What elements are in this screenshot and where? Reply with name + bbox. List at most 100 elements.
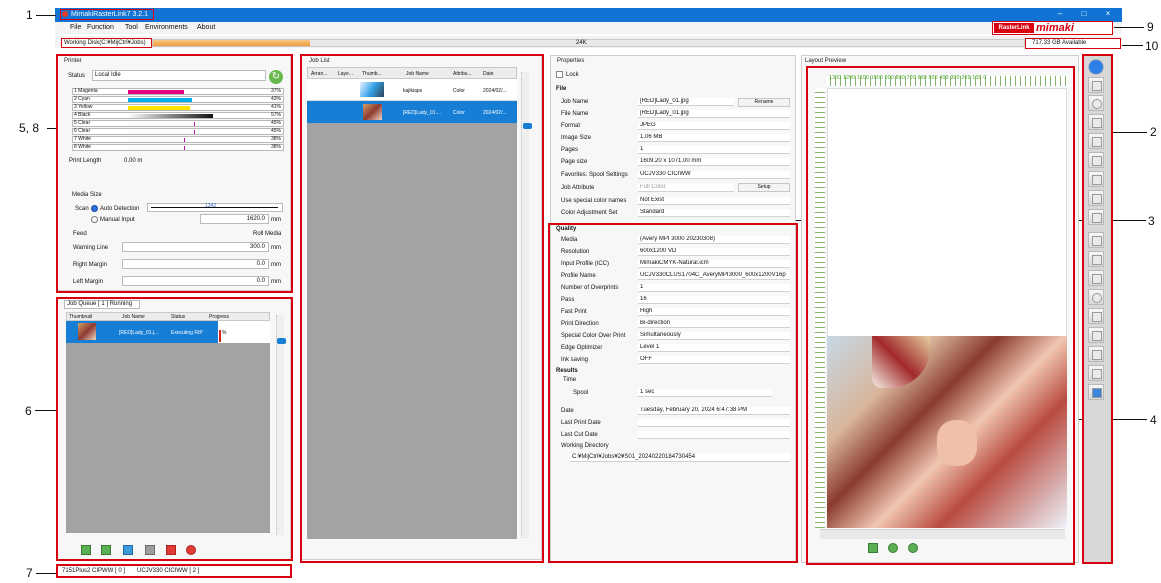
minimize-button[interactable]: – — [1050, 9, 1070, 18]
manual-width-input[interactable]: 1620.0 — [200, 214, 269, 224]
trash-icon[interactable] — [1088, 365, 1104, 381]
prop-job-name-value[interactable]: [RED]Lady_01.jpg — [638, 98, 734, 106]
callout-1-line — [36, 15, 56, 16]
prop-color-adjust-value: Standard — [638, 209, 790, 217]
job-list-scroll-thumb[interactable] — [523, 123, 532, 129]
zoom-in-button[interactable] — [888, 543, 898, 553]
auto-detection-radio[interactable] — [91, 205, 98, 212]
manual-input-radio[interactable] — [91, 216, 98, 223]
print-length-value: 0.00 m — [124, 158, 143, 164]
ink-row-6: 6 Clear 45% — [72, 128, 284, 135]
job-list-scrollbar[interactable] — [521, 72, 529, 538]
printer-tab-7151[interactable]: 7151Plus2 CIPWW [ 0 ] — [62, 568, 125, 574]
right-margin-input[interactable]: 0.0 — [122, 259, 269, 269]
menu-tool[interactable]: Tool — [125, 24, 138, 31]
search-tool-glyph — [1092, 99, 1102, 109]
maximize-button[interactable]: □ — [1074, 9, 1094, 18]
prop-favorites-label: Favorites: Spool Settings — [561, 172, 628, 178]
quality-heading: Quality — [556, 226, 577, 232]
ink-percent-5: 45% — [270, 120, 281, 126]
refresh-status-icon[interactable]: ↻ — [269, 70, 283, 84]
layer-icon[interactable] — [1088, 251, 1104, 267]
queue-move-up-button[interactable] — [81, 545, 91, 555]
print-icon[interactable] — [1088, 171, 1104, 187]
favorite-icon[interactable] — [1088, 308, 1104, 324]
job-queue-title[interactable]: Job Queue [ 1 ] Running — [64, 300, 140, 309]
spool-label: Spool — [573, 390, 589, 396]
warning-line-input[interactable]: 300.0 — [122, 242, 269, 252]
callout-3: 3 — [1148, 214, 1155, 228]
menu-environments[interactable]: Environments — [145, 24, 188, 31]
queue-col-status[interactable]: Status — [171, 314, 185, 320]
stop-button[interactable] — [186, 545, 196, 555]
ink-label-2: 2 Cyan — [74, 96, 90, 102]
job-col-arrange[interactable]: Arran... — [311, 71, 327, 77]
edit-icon[interactable] — [1088, 152, 1104, 168]
queue-col-thumbnail[interactable]: Thumbnail — [69, 314, 92, 320]
settings-icon[interactable] — [1088, 209, 1104, 225]
settings-tool-glyph — [1092, 213, 1102, 223]
job-col-date[interactable]: Date — [483, 71, 494, 77]
ink-label-6: 6 Clear — [74, 128, 91, 134]
rename-button[interactable]: Rename — [738, 98, 790, 107]
manual-width-unit: mm — [271, 217, 281, 223]
zoom-out-button[interactable] — [908, 543, 918, 553]
menu-function[interactable]: Function — [87, 24, 114, 31]
layer-tool-glyph — [1092, 255, 1102, 265]
setup-button[interactable]: Setup — [738, 183, 790, 192]
lock-checkbox[interactable] — [556, 71, 563, 78]
queue-col-progress[interactable]: Progress — [209, 314, 229, 320]
lock-label[interactable]: Lock — [566, 72, 579, 78]
information-icon[interactable] — [1088, 59, 1104, 75]
queue-move-down-button[interactable] — [101, 545, 111, 555]
job-col-layer[interactable]: Laye... — [338, 71, 353, 77]
prop-overprints-label: Number of Overprints — [561, 285, 619, 291]
copy-icon[interactable] — [1088, 114, 1104, 130]
edit-tool-glyph — [1092, 156, 1102, 166]
printer-tab-ucjv330[interactable]: UCJV330 CICIWW [ 2 ] — [137, 568, 199, 574]
queue-progress-text: % — [222, 330, 227, 336]
callout-10: 10 — [1145, 39, 1159, 53]
prop-input-profile-label: Input Profile (ICC) — [561, 261, 610, 267]
working-disk-path[interactable]: Working Disk(C:¥MijCtrl¥Jobs) — [61, 38, 152, 48]
pause-button[interactable] — [123, 545, 133, 555]
prop-job-attribute-value[interactable]: Full Color — [638, 184, 734, 192]
duplicate-icon[interactable] — [1088, 327, 1104, 343]
menu-about[interactable]: About — [197, 24, 215, 31]
callout-5-8: 5, 8 — [19, 121, 40, 135]
queue-scrollbar[interactable] — [276, 315, 284, 535]
queue-col-job-name[interactable]: Job Name — [122, 314, 145, 320]
favorite-tool-glyph — [1092, 312, 1102, 322]
target-icon[interactable] — [1088, 289, 1104, 305]
fit-preview-button[interactable] — [868, 543, 878, 553]
menu-file[interactable]: File — [70, 24, 81, 31]
ink-percent-7: 38% — [270, 136, 281, 142]
preview-horizontal-scrollbar[interactable] — [820, 529, 1065, 539]
ruler-label-800: 800 — [895, 75, 905, 81]
export-icon[interactable] — [1088, 346, 1104, 362]
delete-layer-icon[interactable] — [1088, 232, 1104, 248]
resume-button[interactable] — [145, 545, 155, 555]
auto-detection-label[interactable]: Auto Detection — [100, 206, 139, 212]
job-col-thumbnail[interactable]: Thumb... — [362, 71, 382, 77]
queue-scroll-thumb[interactable] — [277, 338, 286, 344]
cut-icon[interactable] — [1088, 190, 1104, 206]
close-window-button[interactable]: × — [1098, 9, 1118, 18]
job-col-job-name[interactable]: Job Name — [406, 71, 429, 77]
cancel-job-button[interactable] — [166, 545, 176, 555]
crop-icon[interactable] — [1088, 133, 1104, 149]
help-icon[interactable] — [1088, 384, 1104, 400]
left-margin-input[interactable]: 0.0 — [122, 276, 269, 286]
prop-resolution-label: Resolution — [561, 249, 590, 255]
ink-row-8: 8 White 38% — [72, 144, 284, 151]
manual-input-label[interactable]: Manual Input — [100, 217, 135, 223]
prop-media-value: (Avery MPI 3000 20230308) — [638, 236, 790, 244]
job-list-title: Job List — [309, 58, 330, 64]
search-icon[interactable] — [1088, 95, 1104, 111]
color-layers-glyph — [1092, 274, 1102, 284]
layout-icon[interactable] — [1088, 77, 1104, 93]
color-layers-icon[interactable] — [1088, 270, 1104, 286]
ruler-label-1000: 1000 — [870, 75, 884, 81]
prop-edge-optimizer-label: Edge Optimizer — [561, 345, 603, 351]
job-col-attribute[interactable]: Attribu... — [453, 71, 472, 77]
